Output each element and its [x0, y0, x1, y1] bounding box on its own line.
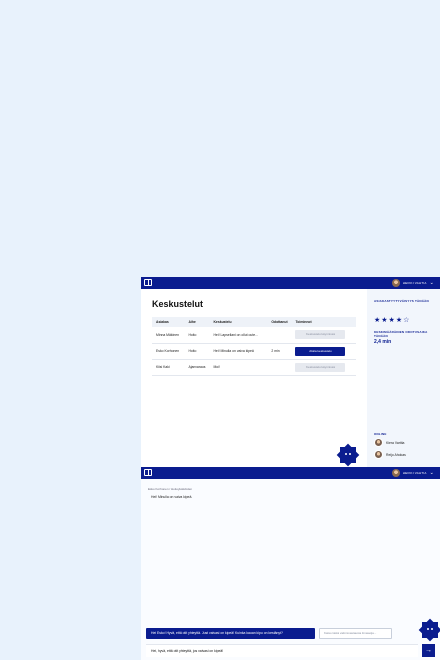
breadcrumb[interactable]: Esko Korhonen / Hoitoyksiköiden [148, 487, 192, 491]
chevron-down-icon: ⌄ [429, 469, 434, 476]
online-user[interactable]: Kiera Varttia [374, 438, 404, 447]
avatar [374, 438, 383, 447]
header-customer: Asiakas [152, 317, 185, 327]
chevron-down-icon: ⌄ [429, 279, 434, 286]
header-conversation: Keskustelu [209, 317, 268, 327]
online-user-name: Reijo Ahokas [386, 452, 406, 457]
header-actions: Toiminnot [291, 317, 356, 327]
user-menu[interactable]: HEIKKI VAHTIA ⌄ [391, 469, 434, 477]
cell-waited: 2 min [267, 343, 292, 360]
conversations-table: Asiakas Aihe Keskustelu Odottanut Toimin… [152, 317, 356, 376]
avatar [391, 279, 400, 287]
avatar [374, 450, 383, 459]
table-row[interactable]: Minna Mäkinen Hoito Hei! Lapsellani on o… [152, 327, 356, 344]
in-progress-button[interactable]: Keskustelu käynnissä [295, 362, 346, 372]
cell-customer: Kiisi Kaki [152, 359, 185, 376]
cell-topic: Hoito [184, 327, 210, 344]
star-rating-icon: ★★★★☆ [374, 317, 411, 324]
message-input[interactable]: Hei, hyvä, että otit yhteyttä, jos vaiva… [146, 644, 418, 657]
user-menu[interactable]: HEIKKI VAHTIA ⌄ [391, 279, 434, 287]
stats-sidebar: ASIAKASTYYTYVÄISYYS TÄNÄÄN ★★★★☆ KESKIMÄ… [367, 289, 440, 467]
avatar [391, 469, 400, 477]
send-arrow-icon[interactable]: → [422, 644, 435, 657]
header-waited: Odottanut [267, 317, 292, 327]
chatbot-icon[interactable] [422, 622, 438, 638]
start-conversation-button[interactable]: Aloita keskustelu [295, 346, 346, 356]
top-bar: HEIKKI VAHTIA ⌄ [141, 277, 440, 289]
table-row[interactable]: Esko Korhonen Hoito Hei! Minulla on vaiv… [152, 343, 356, 360]
user-name: HEIKKI VAHTIA [402, 281, 427, 285]
cell-conversation: Hei! Lapsellani on ollut oute... [209, 327, 268, 344]
cell-customer: Esko Korhonen [152, 343, 185, 360]
canned-reply-search-input[interactable]: Katso tästä valmisvastausta ilmasetja... [319, 628, 392, 639]
cell-conversation: Moi! [209, 359, 268, 376]
cell-waited [267, 327, 292, 344]
suggested-reply[interactable]: Hei Esko! Hyvä, että otit yhteyttä. Just… [146, 628, 315, 639]
chat-panel: Esko Korhonen / Hoitoyksiköiden Hei! Min… [141, 479, 440, 660]
avg-wait-value: 2,4 min [374, 339, 392, 345]
chat-message: Hei! Minulla on vaiva kipeä. [151, 495, 193, 499]
conversations-panel: Keskustelut Asiakas Aihe Keskustelu Odot… [141, 289, 440, 467]
cell-conversation: Hei! Minulla on vaiva kipeä [209, 343, 268, 360]
chatbot-icon[interactable] [340, 447, 356, 463]
cell-customer: Minna Mäkinen [152, 327, 185, 344]
book-logo-icon[interactable] [144, 279, 152, 286]
page-title: Keskustelut [152, 299, 204, 309]
in-progress-button[interactable]: Keskustelu käynnissä [295, 330, 346, 340]
top-bar: HEIKKI VAHTIA ⌄ [141, 467, 440, 479]
app-window: HEIKKI VAHTIA ⌄ Keskustelut Asiakas Aihe… [141, 277, 440, 660]
online-user[interactable]: Reijo Ahokas [374, 450, 406, 459]
satisfaction-label: ASIAKASTYYTYVÄISYYS TÄNÄÄN [374, 299, 429, 303]
online-user-name: Kiera Varttia [386, 440, 405, 445]
table-row[interactable]: Kiisi Kaki Ajanvaraus Moi! Keskustelu kä… [152, 359, 356, 376]
avg-wait-label: KESKIMÄÄRÄINEN ODOTUSAIKA TÄNÄÄN [374, 330, 428, 338]
cell-topic: Ajanvaraus [184, 359, 210, 376]
user-name: HEIKKI VAHTIA [402, 471, 427, 475]
cell-topic: Hoito [184, 343, 210, 360]
header-topic: Aihe [184, 317, 210, 327]
conversations-main: Keskustelut Asiakas Aihe Keskustelu Odot… [141, 289, 367, 467]
table-header-row: Asiakas Aihe Keskustelu Odottanut Toimin… [152, 317, 356, 327]
cell-waited [267, 359, 292, 376]
online-label: ONLINE [374, 432, 387, 436]
book-logo-icon[interactable] [144, 469, 152, 476]
